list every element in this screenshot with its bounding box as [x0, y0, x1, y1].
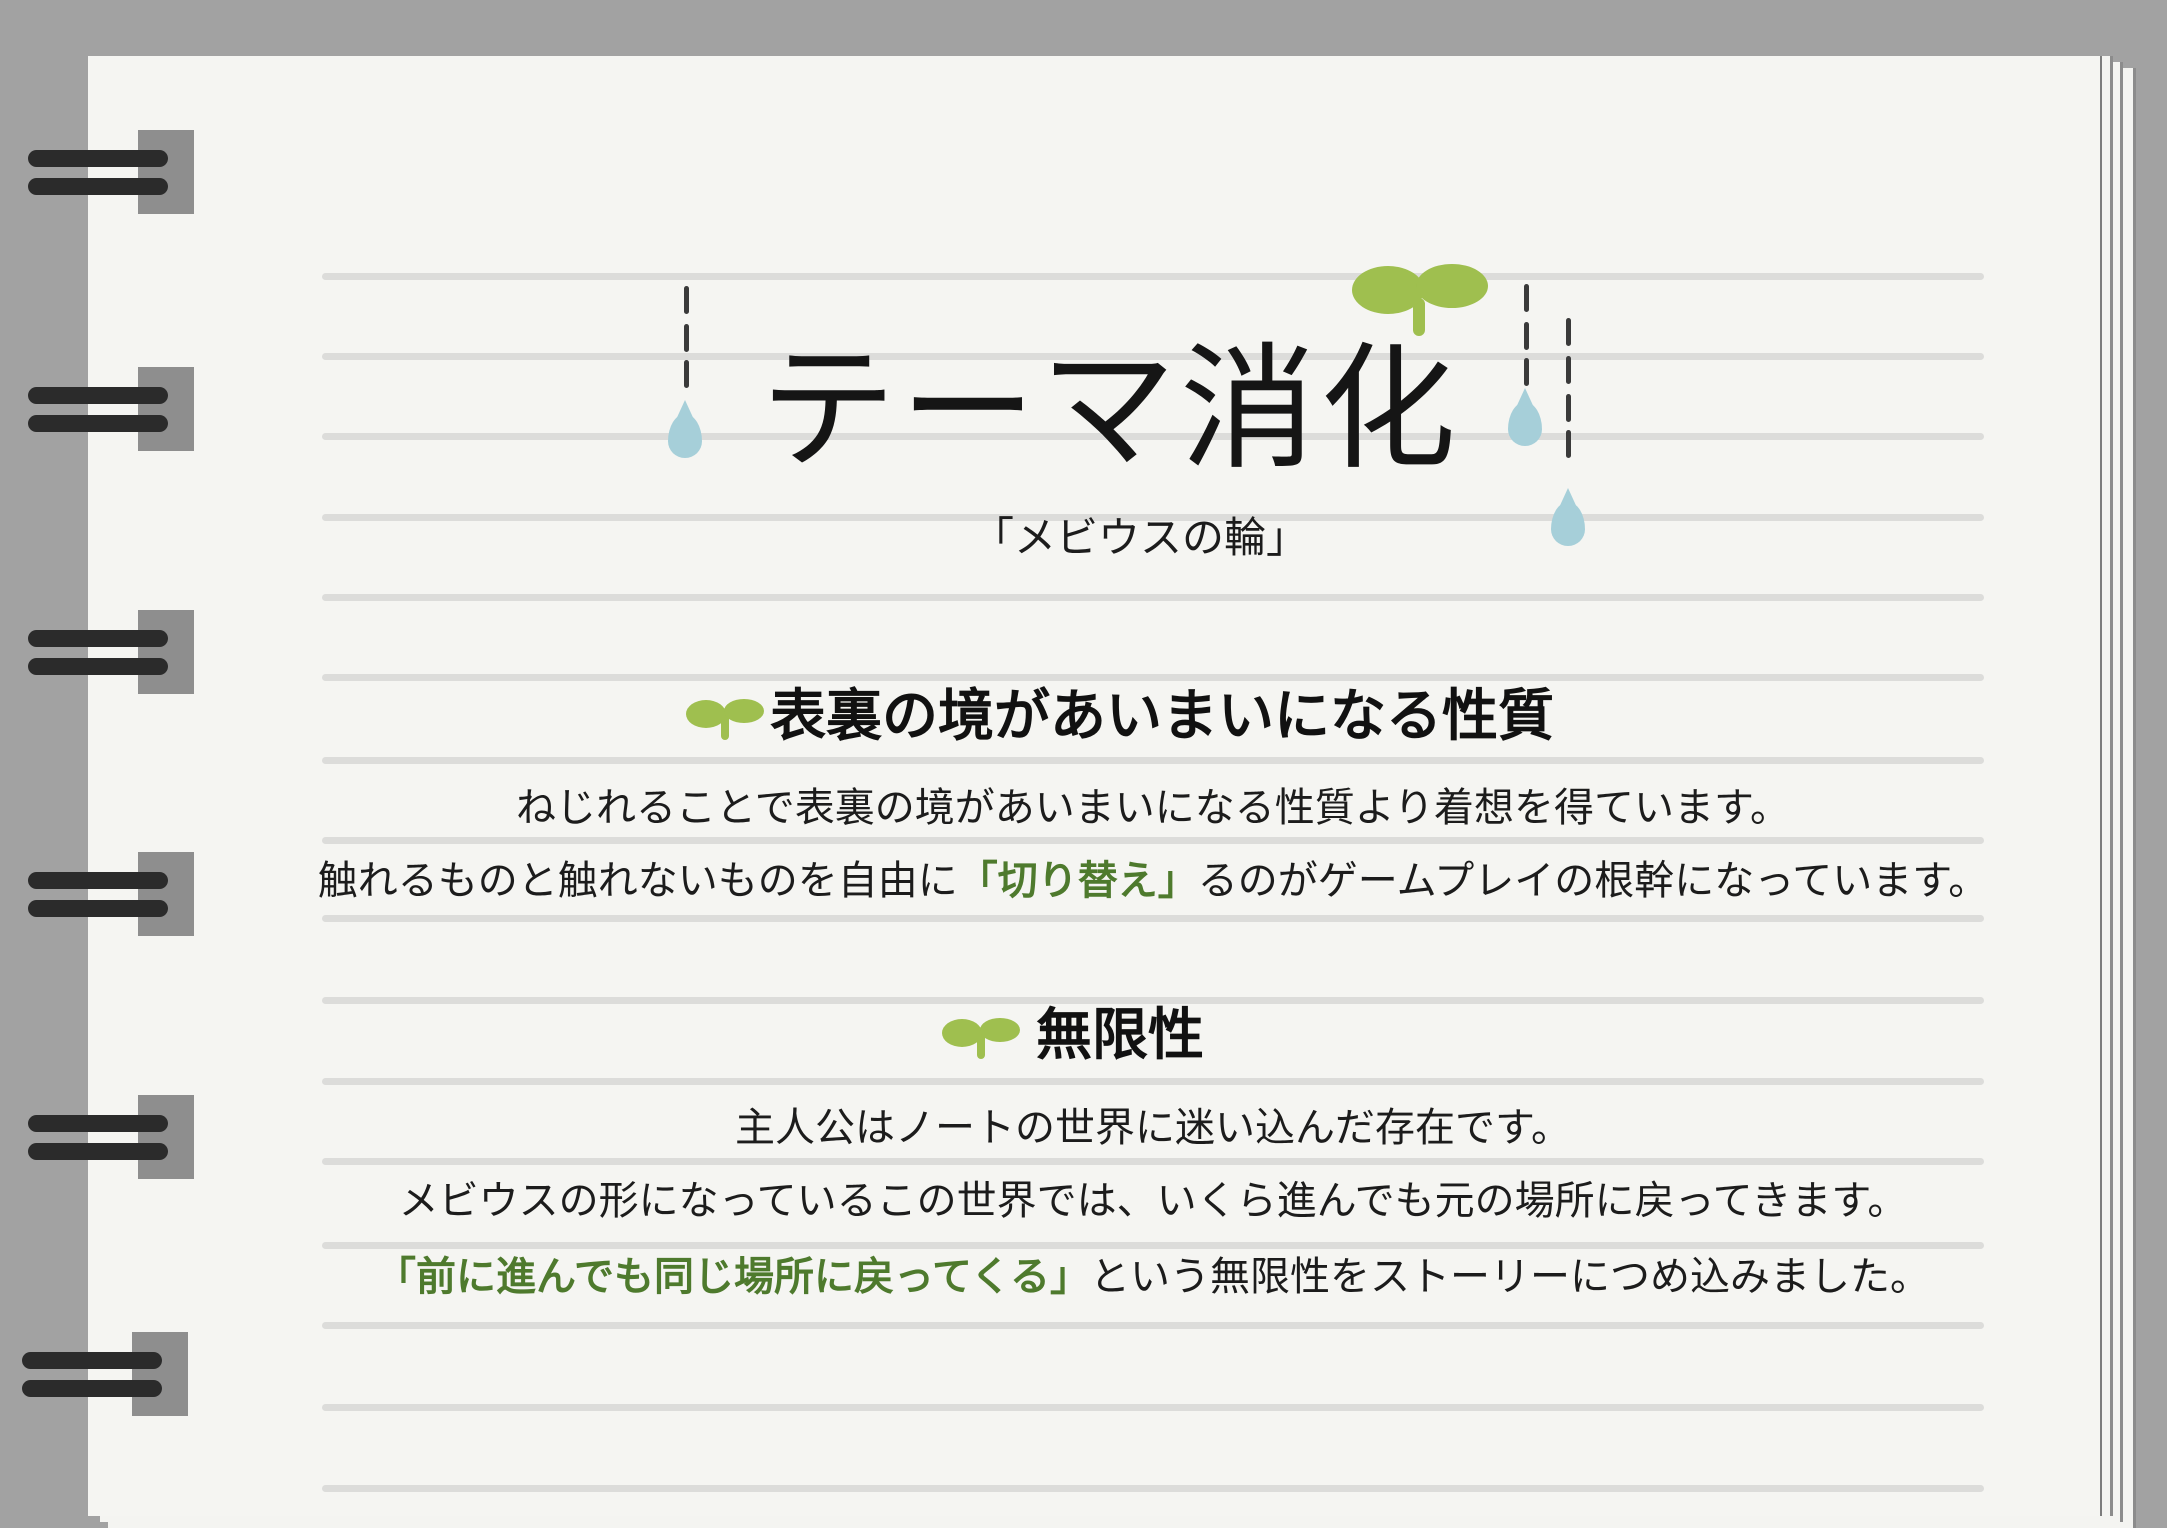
string-dash [684, 360, 689, 388]
ruled-line [322, 837, 1984, 844]
string-dash [684, 286, 689, 314]
spiral-ring-icon [28, 852, 194, 936]
body-text: るのがゲームプレイの根幹になっています。 [1197, 858, 1989, 904]
highlight-text: 「切り替え」 [957, 858, 1198, 904]
ruled-line [322, 594, 1984, 601]
spiral-ring-icon [28, 367, 194, 451]
section-heading: 無限性 [1036, 1003, 1204, 1068]
body-line: 主人公はノートの世界に迷い込んだ存在です。 [735, 1105, 1571, 1151]
ruled-line [322, 1404, 1984, 1411]
spiral-ring-icon [22, 1332, 188, 1416]
string-dash [684, 324, 689, 352]
body-text: 触れるものと触れないものを自由に [317, 858, 958, 904]
body-line: ねじれることで表裏の境があいまいになる性質より着想を得ています。 [516, 785, 1790, 831]
ruled-line [322, 674, 1984, 681]
sprout-icon [942, 1018, 1020, 1059]
string-dash [1566, 318, 1571, 346]
spiral-ring-icon [28, 1095, 194, 1179]
spiral-ring-icon [28, 130, 194, 214]
ruled-line [322, 757, 1984, 764]
string-dash [1524, 284, 1529, 312]
string-dash [1566, 430, 1571, 458]
page-title: テーマ消化 [760, 331, 1460, 489]
body-line: メビウスの形になっているこの世界では、いくら進んでも元の場所に戻ってきます。 [398, 1178, 1908, 1224]
ruled-line [322, 1322, 1984, 1329]
string-dash [1524, 358, 1529, 386]
body-text: という無限性をストーリーにつめ込みました。 [1090, 1254, 1930, 1300]
page-subtitle: 「メビウスの輪」 [971, 513, 1308, 562]
sprout-icon [1352, 264, 1488, 336]
spiral-ring-icon [28, 610, 194, 694]
ruled-line [322, 273, 1984, 280]
ruled-line [322, 1242, 1984, 1249]
string-dash [1524, 322, 1529, 350]
body-line: 触れるものと触れないものを自由に「切り替え」るのがゲームプレイの根幹になっていま… [300, 854, 2006, 908]
section-heading: 表裏の境があいまいになる性質 [770, 684, 1554, 749]
ruled-line [322, 915, 1984, 922]
ruled-line [322, 1078, 1984, 1085]
ruled-line [322, 1158, 1984, 1165]
body-line: 「前に進んでも同じ場所に戻ってくる」という無限性をストーリーにつめ込みました。 [300, 1250, 2006, 1304]
highlight-text: 「前に進んでも同じ場所に戻ってくる」 [376, 1254, 1090, 1300]
ruled-line [322, 1485, 1984, 1492]
sprout-icon [686, 699, 764, 740]
string-dash [1566, 394, 1571, 422]
string-dash [1566, 356, 1571, 384]
